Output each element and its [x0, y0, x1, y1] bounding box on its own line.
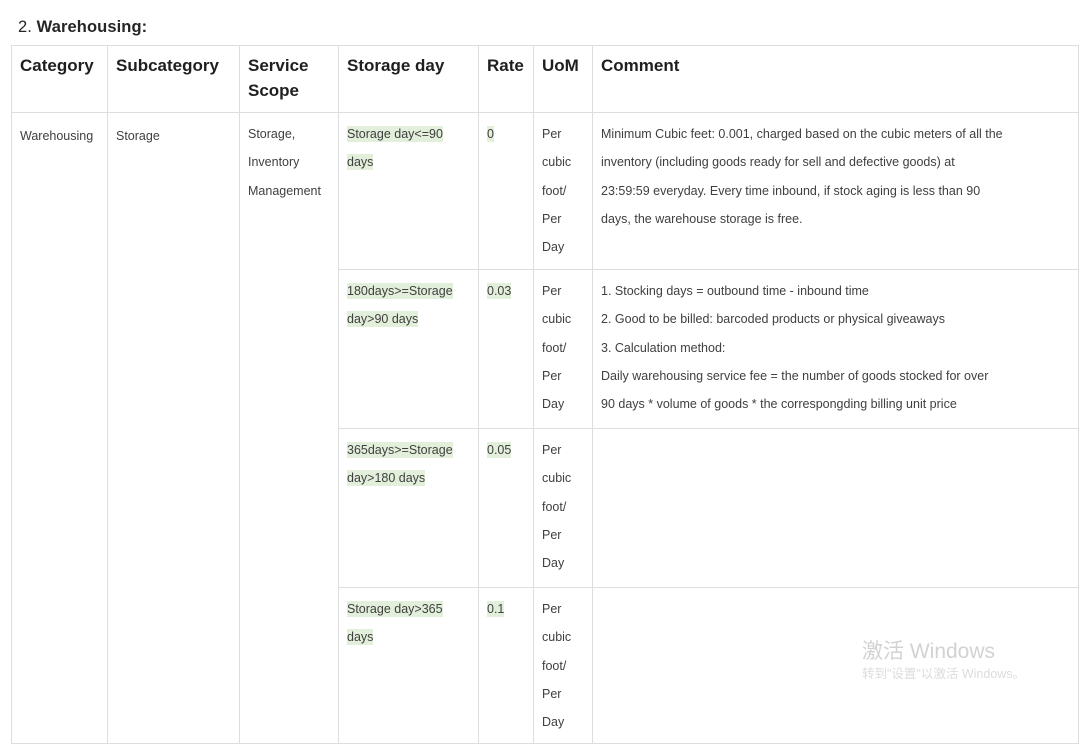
cell-service-scope: Storage, Inventory Management — [239, 111, 339, 744]
cell-rate: 0.03 — [478, 269, 534, 429]
column-header-category: Category — [11, 45, 108, 113]
comment-line: 1. Stocking days = outbound time - inbou… — [601, 284, 869, 298]
warehousing-rate-table: Category Subcategory Service Scope Stora… — [11, 45, 1079, 744]
uom-line: cubic — [542, 155, 572, 170]
storage-day-value: Storage day<=90 days — [347, 126, 443, 171]
section-heading: 2. Warehousing: — [18, 18, 147, 37]
uom-line: Per — [542, 527, 562, 542]
uom-line: cubic — [542, 312, 572, 327]
storage-day-value: Storage day>365 days — [347, 601, 443, 646]
uom-line: Day — [542, 715, 565, 729]
uom-line: cubic — [542, 471, 572, 486]
column-header-service-scope: Service Scope — [239, 45, 339, 113]
uom-line: foot/ — [542, 658, 567, 673]
cell-rate: 0 — [478, 112, 534, 270]
column-header-uom: UoM — [533, 45, 593, 113]
column-header-storage-day: Storage day — [338, 45, 479, 113]
cell-rate: 0.1 — [478, 586, 534, 744]
comment-line: inventory (including goods ready for sel… — [601, 155, 955, 170]
uom-line: foot/ — [542, 183, 567, 198]
section-title: Warehousing: — [36, 18, 148, 36]
cell-comment — [592, 586, 1079, 744]
cell-storage-day: Storage day>365 days — [338, 586, 479, 744]
uom-line: Per — [542, 686, 562, 701]
table-row: Warehousing Storage Storage, Inventory M… — [11, 111, 1079, 744]
cell-comment: Minimum Cubic feet: 0.001, charged based… — [592, 112, 1079, 270]
uom-line: foot/ — [542, 340, 567, 355]
column-header-rate: Rate — [478, 45, 534, 113]
table-header-row: Category Subcategory Service Scope Stora… — [11, 45, 1079, 113]
cell-storage-day: 365days>=Storage day>180 days — [338, 428, 479, 588]
cell-comment: 1. Stocking days = outbound time - inbou… — [592, 269, 1079, 429]
uom-line: Per — [542, 284, 562, 298]
document-page: 2. Warehousing: Category Subcategory Ser… — [0, 0, 1080, 744]
cell-rate: 0.05 — [478, 428, 534, 588]
comment-line: 90 days * volume of goods * the correspo… — [601, 397, 957, 411]
storage-day-value: 365days>=Storage day>180 days — [347, 442, 453, 487]
uom-line: Day — [542, 397, 565, 411]
uom-line: Day — [542, 240, 565, 254]
comment-line: Daily warehousing service fee = the numb… — [601, 368, 989, 383]
uom-line: Per — [542, 602, 562, 616]
uom-line: Day — [542, 556, 565, 570]
cell-storage-day: Storage day<=90 days — [338, 112, 479, 270]
column-header-comment: Comment — [592, 45, 1079, 113]
cell-subcategory: Storage — [107, 111, 240, 744]
cell-uom: Per cubic foot/ Per Day — [533, 269, 593, 429]
rate-value: 0.05 — [487, 442, 512, 458]
rate-value: 0.03 — [487, 283, 512, 299]
cell-uom: Per cubic foot/ Per Day — [533, 428, 593, 588]
section-number: 2. — [18, 18, 32, 36]
comment-line: days, the warehouse storage is free. — [601, 211, 803, 226]
comment-line: 23:59:59 everyday. Every time inbound, i… — [601, 183, 981, 198]
column-header-subcategory: Subcategory — [107, 45, 240, 113]
cell-uom: Per cubic foot/ Per Day — [533, 586, 593, 744]
cell-category: Warehousing — [11, 111, 108, 744]
comment-line: Minimum Cubic feet: 0.001, charged based… — [601, 127, 1003, 141]
rate-value: 0.1 — [487, 601, 505, 617]
rate-value: 0 — [487, 126, 494, 142]
uom-line: cubic — [542, 630, 572, 645]
storage-day-value: 180days>=Storage day>90 days — [347, 283, 453, 328]
uom-line: Per — [542, 211, 562, 226]
uom-line: foot/ — [542, 499, 567, 514]
cell-comment — [592, 428, 1079, 588]
uom-line: Per — [542, 368, 562, 383]
cell-uom: Per cubic foot/ Per Day — [533, 112, 593, 270]
uom-line: Per — [542, 443, 562, 457]
comment-line: 2. Good to be billed: barcoded products … — [601, 312, 945, 327]
comment-line: 3. Calculation method: — [601, 340, 726, 355]
uom-line: Per — [542, 127, 562, 141]
cell-storage-day: 180days>=Storage day>90 days — [338, 269, 479, 429]
